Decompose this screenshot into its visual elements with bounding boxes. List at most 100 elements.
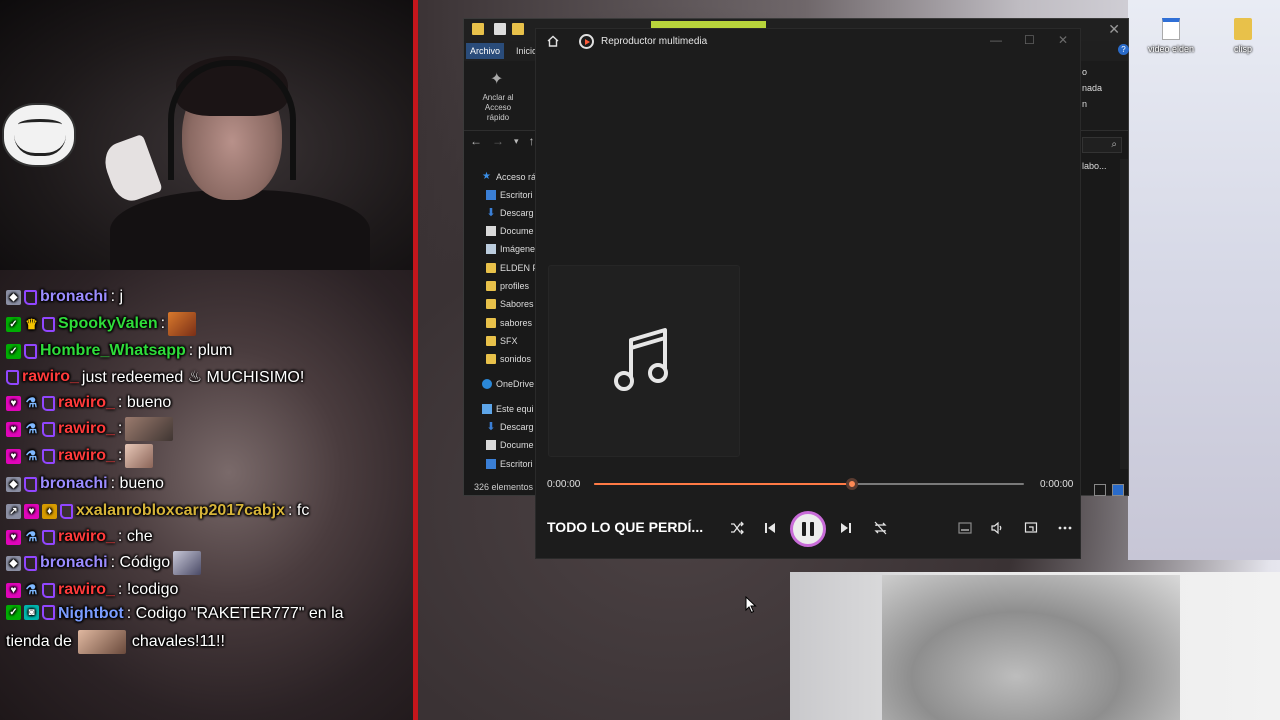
flask-badge-icon: ⚗ bbox=[25, 582, 38, 597]
navigation-buttons: ← → ▾ ↑ bbox=[470, 134, 535, 148]
cloud-icon bbox=[482, 379, 492, 389]
chat-message: ✓ ♛ SpookyValen : bbox=[6, 312, 197, 336]
ribbon-text-fragment: n bbox=[1082, 99, 1088, 109]
search-input[interactable]: ⌕ bbox=[1082, 137, 1122, 153]
ribbon-text-fragment: nada bbox=[1082, 83, 1103, 93]
sidebar-item-downloads[interactable]: ⬇ Descarg bbox=[486, 419, 534, 435]
chat-emote bbox=[173, 551, 202, 575]
new-folder-icon[interactable] bbox=[512, 23, 524, 35]
volume-button[interactable] bbox=[985, 516, 1009, 540]
close-icon[interactable]: ✕ bbox=[1058, 33, 1068, 47]
sidebar-item-folder[interactable]: ELDEN F bbox=[486, 260, 538, 276]
sidebar-item-onedrive[interactable]: OneDrive bbox=[482, 376, 534, 392]
up-arrow-icon[interactable]: ↑ bbox=[529, 134, 535, 148]
sidebar-item-label: Acceso rá bbox=[496, 172, 537, 182]
seek-bar[interactable] bbox=[594, 478, 1024, 490]
chat-emote bbox=[168, 312, 197, 336]
twitch-badge-icon bbox=[42, 582, 55, 598]
document-icon bbox=[486, 440, 496, 450]
folder-icon bbox=[486, 263, 496, 273]
chat-username: SpookyValen bbox=[58, 315, 158, 332]
pause-icon-bar bbox=[802, 522, 806, 536]
chat-emote bbox=[125, 444, 154, 468]
twitch-badge-icon bbox=[6, 369, 19, 385]
chat-message: ◆ bronachi : Código bbox=[6, 551, 202, 575]
folder-icon bbox=[486, 281, 496, 291]
song-title: TODO LO QUE PERDÍ... bbox=[547, 519, 704, 535]
next-button[interactable] bbox=[834, 516, 858, 540]
sidebar-item-folder[interactable]: Sabores bbox=[486, 296, 534, 312]
pin-quick-access-label[interactable]: Anclar al Acceso rápido bbox=[476, 93, 520, 123]
scrollbar[interactable] bbox=[1120, 159, 1128, 469]
folder-icon[interactable] bbox=[472, 23, 484, 35]
desktop-icon bbox=[486, 459, 496, 469]
search-icon: ⌕ bbox=[1111, 139, 1117, 150]
chat-emote bbox=[77, 630, 126, 654]
streamer-body bbox=[110, 190, 370, 270]
gift-badge-icon: ♦ bbox=[42, 503, 57, 519]
bot-badge-icon: ◙ bbox=[24, 605, 39, 620]
minimize-icon[interactable]: — bbox=[990, 33, 1002, 47]
details-view-icon[interactable] bbox=[1094, 484, 1106, 496]
chat-username: rawiro_ bbox=[58, 447, 115, 464]
volume-icon bbox=[991, 521, 1002, 535]
image-icon bbox=[486, 244, 496, 254]
back-arrow-icon[interactable]: ← bbox=[470, 134, 482, 148]
sidebar-item-quick-access[interactable]: ★ Acceso rá bbox=[482, 169, 536, 185]
chat-message: ✓ Hombre_Whatsapp : plum bbox=[6, 339, 232, 363]
miniplayer-button[interactable] bbox=[953, 516, 977, 540]
desktop-shortcut-video-elden[interactable]: video elden bbox=[1146, 18, 1196, 54]
home-icon[interactable] bbox=[546, 34, 560, 48]
chat-username: rawiro_ bbox=[58, 581, 115, 598]
chat-username: xxalanrobloxcarp2017cabjx bbox=[76, 502, 286, 519]
chat-overlay: ◆ bronachi : j ✓ ♛ SpookyValen : ✓ Hombr… bbox=[0, 262, 412, 682]
properties-icon[interactable] bbox=[494, 23, 506, 35]
chat-message: ◆ bronachi : bueno bbox=[6, 472, 164, 496]
overlay-divider bbox=[413, 0, 418, 720]
sidebar-item-label: Descarg bbox=[500, 422, 534, 432]
sidebar-item-documents[interactable]: Docume bbox=[486, 437, 534, 453]
download-icon: ⬇ bbox=[486, 421, 496, 433]
sidebar-item-images[interactable]: Imágene bbox=[486, 241, 535, 257]
sidebar-item-desktop[interactable]: Escritori bbox=[486, 187, 533, 203]
cast-button[interactable] bbox=[1019, 516, 1043, 540]
album-art-placeholder bbox=[548, 265, 740, 457]
sidebar-item-documents[interactable]: Docume bbox=[486, 223, 534, 239]
twitch-badge-icon bbox=[42, 395, 55, 411]
chat-message: ♥ ⚗ rawiro_ : bueno bbox=[6, 391, 171, 415]
sidebar-item-this-pc[interactable]: Este equi bbox=[482, 401, 534, 417]
sidebar-item-folder[interactable]: profiles bbox=[486, 278, 529, 294]
chat-username: rawiro_ bbox=[58, 528, 115, 545]
tab-archivo[interactable]: Archivo bbox=[466, 43, 504, 59]
twitch-badge-icon bbox=[42, 316, 55, 332]
chevron-down-icon[interactable]: ▾ bbox=[514, 134, 519, 148]
pin-icon[interactable]: ✦ bbox=[490, 69, 503, 89]
twitch-badge-icon bbox=[42, 421, 55, 437]
maximize-icon[interactable]: ☐ bbox=[1024, 33, 1035, 47]
sidebar-item-downloads[interactable]: ⬇ Descarg bbox=[486, 205, 533, 221]
more-options-button[interactable] bbox=[1053, 516, 1077, 540]
desktop-shortcut-clisp[interactable]: clisp bbox=[1218, 18, 1268, 54]
sidebar-item-label: Docume bbox=[500, 440, 534, 450]
troll-face-sticker bbox=[2, 103, 76, 167]
pause-button[interactable] bbox=[790, 511, 826, 547]
chat-message: ♥ ⚗ rawiro_ : che bbox=[6, 525, 153, 549]
shuffle-button[interactable] bbox=[725, 516, 749, 540]
sidebar-item-folder[interactable]: sonidos bbox=[486, 351, 531, 367]
chair bbox=[99, 133, 163, 207]
sidebar-item-folder[interactable]: sabores bbox=[486, 315, 532, 331]
sidebar-item-folder[interactable]: SFX bbox=[486, 333, 518, 349]
tab-inicio[interactable]: Inicio bbox=[516, 46, 537, 56]
sub-badge-icon: ◆ bbox=[6, 476, 21, 492]
chat-text: : !codigo bbox=[117, 581, 179, 598]
previous-button[interactable] bbox=[758, 516, 782, 540]
chat-text: : bueno bbox=[110, 475, 164, 492]
large-icons-view-icon[interactable] bbox=[1112, 484, 1124, 496]
repeat-button[interactable] bbox=[868, 516, 892, 540]
close-icon[interactable]: ✕ bbox=[1108, 21, 1120, 38]
sidebar-item-desktop[interactable]: Escritori bbox=[486, 456, 533, 472]
forward-arrow-icon[interactable]: → bbox=[492, 134, 504, 148]
chat-username: rawiro_ bbox=[58, 420, 115, 437]
seek-handle[interactable] bbox=[846, 478, 858, 490]
help-icon[interactable]: ? bbox=[1118, 44, 1129, 55]
